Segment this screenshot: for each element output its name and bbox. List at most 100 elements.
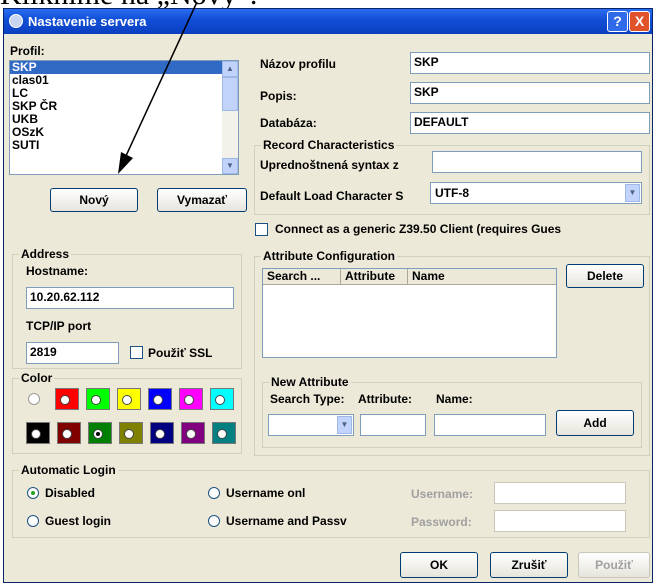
color-radio-icon [91, 395, 101, 405]
color-swatch[interactable] [55, 388, 79, 410]
title-bar: Nastavenie servera ? X [4, 9, 652, 34]
color-swatch[interactable] [88, 422, 112, 444]
apply-button[interactable]: Použiť [578, 552, 650, 578]
column-header-attribute[interactable]: Attribute [341, 269, 408, 285]
scroll-down-icon[interactable]: ▼ [222, 158, 238, 174]
color-swatch[interactable] [181, 422, 205, 444]
color-radio-icon [215, 395, 225, 405]
description-field[interactable]: SKP [410, 82, 650, 104]
login-guest-label: Guest login [45, 514, 111, 528]
close-button[interactable]: X [629, 11, 650, 32]
charset-dropdown[interactable]: UTF-8 ▼ [430, 182, 642, 204]
color-radio-icon [122, 395, 132, 405]
profile-list-item[interactable]: SUTI [10, 139, 238, 152]
app-icon [9, 14, 23, 28]
color-swatch[interactable] [119, 422, 143, 444]
profile-list-item[interactable]: SKP ČR [10, 100, 238, 113]
ok-button[interactable]: OK [400, 552, 478, 578]
chevron-down-icon[interactable]: ▼ [337, 416, 352, 434]
color-swatch[interactable] [86, 388, 110, 410]
profile-scrollbar[interactable]: ▲ ▼ [222, 61, 238, 174]
syntax-field[interactable] [432, 151, 642, 173]
color-swatch[interactable] [117, 388, 141, 410]
scroll-thumb[interactable] [222, 77, 238, 111]
column-header-name[interactable]: Name [408, 269, 556, 285]
login-username-only-label: Username onl [226, 486, 306, 500]
help-button[interactable]: ? [607, 11, 628, 32]
color-radio-icon [31, 429, 41, 439]
color-radio-icon [93, 429, 103, 439]
address-legend: Address [19, 247, 72, 261]
chevron-down-icon[interactable]: ▼ [625, 184, 640, 202]
color-swatch[interactable] [179, 388, 203, 410]
database-field[interactable]: DEFAULT [410, 112, 650, 134]
add-attribute-button[interactable]: Add [556, 410, 634, 436]
color-legend: Color [19, 371, 55, 385]
color-swatch[interactable] [150, 422, 174, 444]
ssl-checkbox[interactable] [130, 346, 143, 359]
record-characteristics-legend: Record Characteristics [261, 138, 397, 152]
scroll-up-icon[interactable]: ▲ [222, 61, 238, 77]
attribute-config-legend: Attribute Configuration [261, 249, 397, 263]
port-field[interactable]: 2819 [26, 342, 119, 364]
login-disabled-label: Disabled [45, 486, 96, 500]
search-type-label: Search Type: [270, 392, 345, 406]
column-header-search[interactable]: Search ... [263, 269, 341, 285]
new-attribute-legend: New Attribute [269, 375, 351, 389]
attribute-label: Attribute: [358, 392, 412, 406]
attribute-table[interactable]: Search ... Attribute Name [262, 268, 557, 358]
color-swatch[interactable] [212, 422, 236, 444]
color-radio-icon [184, 395, 194, 405]
search-type-dropdown[interactable]: ▼ [268, 414, 354, 436]
profile-label: Profil: [10, 44, 45, 58]
window-title: Nastavenie servera [28, 14, 147, 29]
password-label: Password: [411, 515, 472, 529]
color-swatch[interactable] [57, 422, 81, 444]
new-profile-button[interactable]: Nový [50, 188, 138, 212]
color-radio-icon [217, 429, 227, 439]
port-label: TCP/IP port [26, 319, 92, 333]
login-username-password-label: Username and Passv [226, 514, 347, 528]
cancel-button[interactable]: Zrušiť [490, 552, 568, 578]
color-radio-icon [60, 395, 70, 405]
color-radio-icon [155, 429, 165, 439]
color-radio-icon [62, 429, 72, 439]
color-swatch[interactable] [26, 422, 50, 444]
profile-name-label: Názov profilu [260, 57, 337, 71]
selected-dot-icon [96, 432, 100, 436]
color-swatch[interactable] [148, 388, 172, 410]
hostname-field[interactable]: 10.20.62.112 [26, 287, 234, 309]
profile-list-item[interactable]: OSzK [10, 126, 238, 139]
profile-list-item[interactable]: UKB [10, 113, 238, 126]
color-swatch[interactable] [210, 388, 234, 410]
charset-label: Default Load Character S [260, 189, 404, 203]
color-radio-icon [124, 429, 134, 439]
color-none-radio[interactable] [28, 393, 40, 405]
login-disabled-radio[interactable] [27, 487, 39, 499]
login-guest-radio[interactable] [27, 515, 39, 527]
login-username-password-radio[interactable] [208, 515, 220, 527]
delete-profile-button[interactable]: Vymazať [157, 188, 247, 212]
profile-name-field[interactable]: SKP [410, 52, 650, 74]
name-field[interactable] [434, 414, 546, 436]
ssl-label: Použiť SSL [148, 346, 213, 360]
automatic-login-legend: Automatic Login [19, 463, 118, 477]
syntax-label: Uprednoštnená syntax z [260, 158, 399, 172]
database-label: Databáza: [260, 116, 317, 130]
hostname-label: Hostname: [26, 264, 89, 278]
delete-attribute-button[interactable]: Delete [566, 264, 644, 288]
description-label: Popis: [260, 89, 297, 103]
name-label: Name: [436, 392, 473, 406]
attribute-field[interactable] [360, 414, 426, 436]
charset-value: UTF-8 [435, 186, 469, 200]
password-field[interactable] [494, 510, 626, 532]
login-username-only-radio[interactable] [208, 487, 220, 499]
username-field[interactable] [494, 482, 626, 504]
profile-list-item[interactable]: clas01 [10, 74, 238, 87]
profile-listbox[interactable]: SKP clas01 LC SKP ČR UKB OSzK SUTI ▲ ▼ [9, 60, 239, 175]
color-radio-icon [153, 395, 163, 405]
generic-client-label: Connect as a generic Z39.50 Client (requ… [275, 222, 562, 236]
generic-client-checkbox[interactable] [255, 223, 268, 236]
username-label: Username: [411, 487, 474, 501]
color-radio-icon [186, 429, 196, 439]
